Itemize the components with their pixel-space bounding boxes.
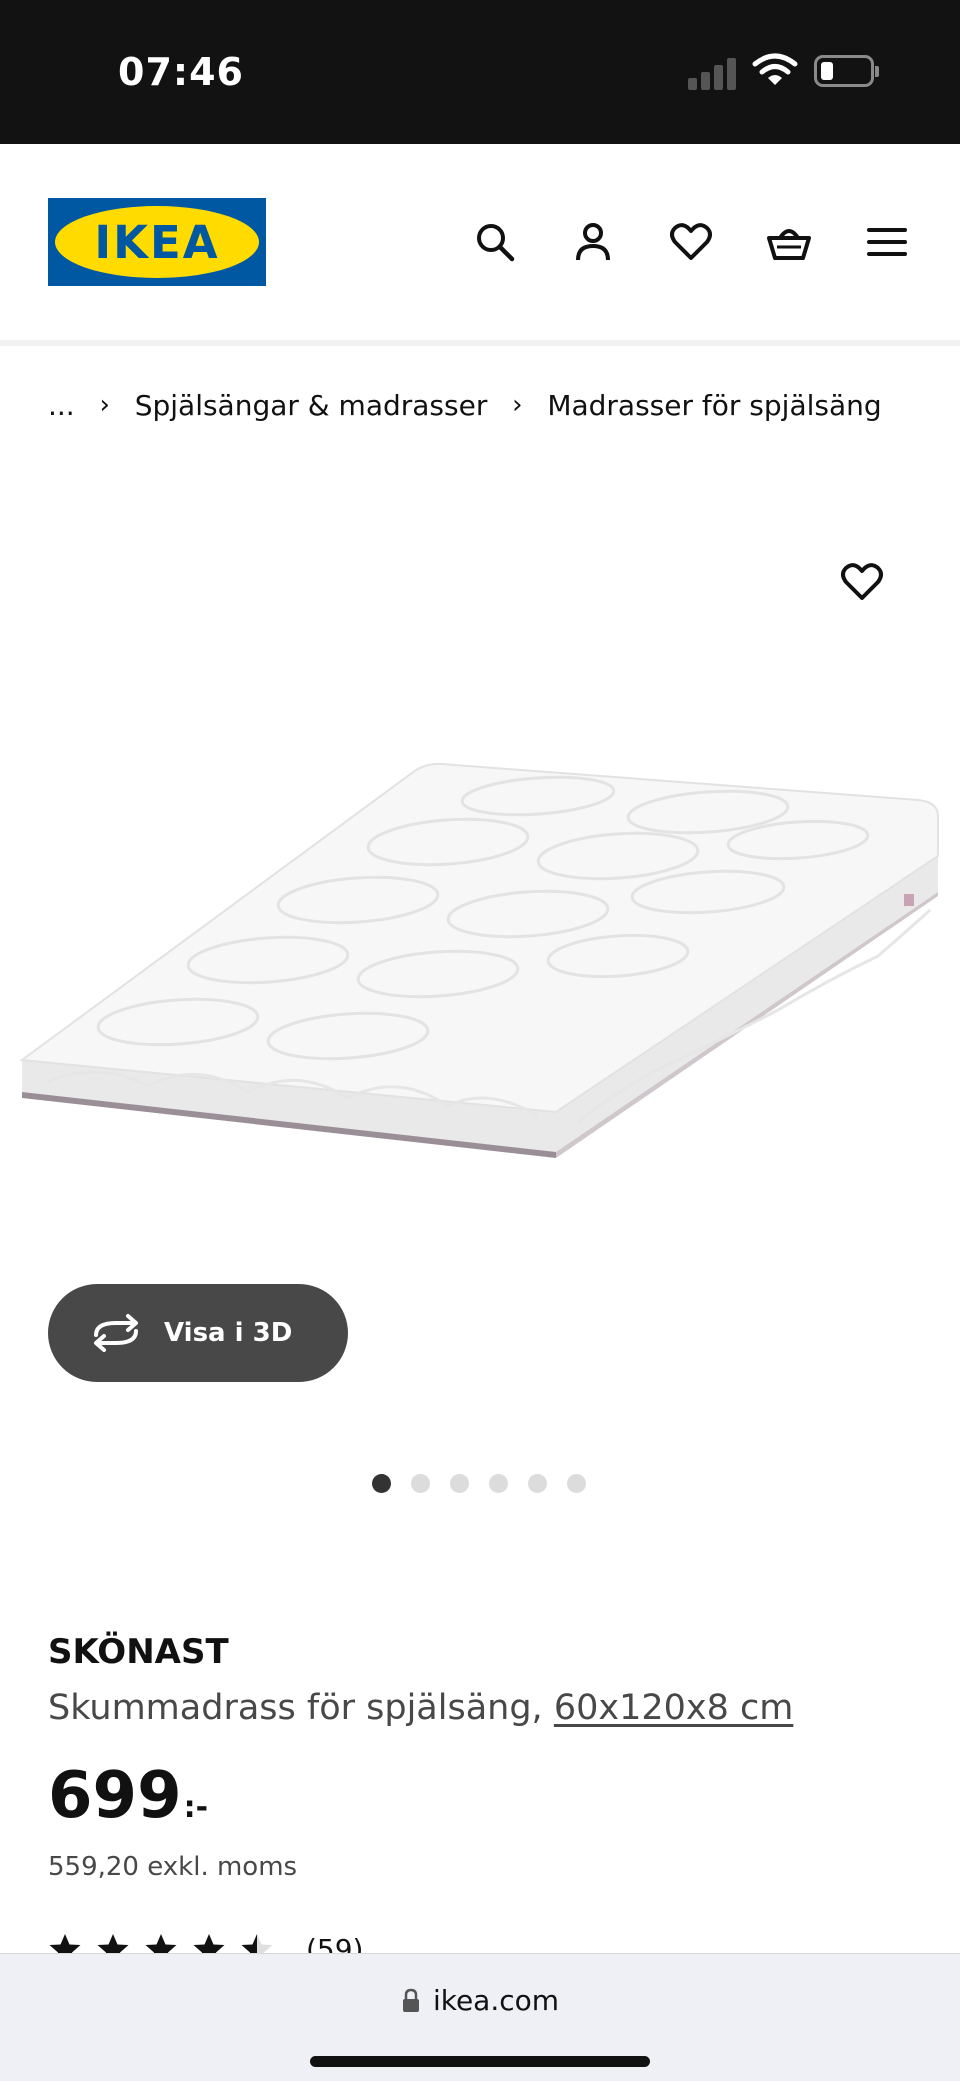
search-icon[interactable] xyxy=(467,214,523,270)
heart-icon[interactable] xyxy=(663,214,719,270)
breadcrumb-crib-mattresses[interactable]: Madrasser för spjälsäng xyxy=(547,389,881,422)
breadcrumb-ellipsis[interactable]: ... xyxy=(48,389,75,422)
carousel-dot[interactable] xyxy=(528,1474,547,1493)
header-divider xyxy=(0,340,960,346)
basket-icon[interactable] xyxy=(761,214,817,270)
carousel-dot[interactable] xyxy=(450,1474,469,1493)
image-carousel-dots xyxy=(372,1474,606,1494)
carousel-dot[interactable] xyxy=(372,1474,391,1493)
product-name: SKÖNAST xyxy=(48,1632,229,1672)
browser-address-bar[interactable]: ikea.com xyxy=(0,1953,960,2081)
breadcrumb: ... › Spjälsängar & madrasser › Madrasse… xyxy=(48,385,882,425)
status-time: 07:46 xyxy=(118,50,244,94)
product-dimensions-link[interactable]: 60x120x8 cm xyxy=(554,1688,794,1728)
price-integer: 699 xyxy=(48,1759,182,1833)
price-suffix: :- xyxy=(183,1790,209,1825)
carousel-dot[interactable] xyxy=(411,1474,430,1493)
logo-text: IKEA xyxy=(94,216,220,269)
home-indicator[interactable] xyxy=(310,2056,650,2067)
url-text: ikea.com xyxy=(432,1984,560,2017)
breadcrumb-separator: › xyxy=(512,390,523,420)
heart-icon xyxy=(841,563,883,600)
menu-icon[interactable] xyxy=(859,214,915,270)
signal-icon xyxy=(688,54,740,90)
ikea-logo[interactable]: IKEA xyxy=(48,198,266,286)
breadcrumb-cribs-mattresses[interactable]: Spjälsängar & madrasser xyxy=(135,389,488,422)
status-bar: 07:46 xyxy=(0,0,960,144)
lock-icon xyxy=(402,1988,419,2012)
view-in-3d-button[interactable]: Visa i 3D xyxy=(48,1284,348,1382)
url-display[interactable]: ikea.com xyxy=(0,1984,960,2017)
price-excl-vat: 559,20 exkl. moms xyxy=(48,1852,298,1882)
wifi-icon xyxy=(752,53,798,85)
product-price: 699 :- xyxy=(48,1756,208,1836)
site-header: IKEA xyxy=(0,144,960,340)
rotate-3d-icon xyxy=(94,1314,138,1352)
account-icon[interactable] xyxy=(565,214,621,270)
product-description: Skummadrass för spjälsäng, 60x120x8 cm xyxy=(48,1688,793,1728)
view-in-3d-label: Visa i 3D xyxy=(164,1318,293,1348)
product-type: Skummadrass för spjälsäng, xyxy=(48,1688,543,1728)
battery-icon xyxy=(814,55,879,87)
carousel-dot[interactable] xyxy=(489,1474,508,1493)
breadcrumb-separator: › xyxy=(99,390,110,420)
product-image xyxy=(19,762,939,1158)
save-to-favourites-button[interactable] xyxy=(836,556,888,608)
carousel-dot[interactable] xyxy=(567,1474,586,1493)
